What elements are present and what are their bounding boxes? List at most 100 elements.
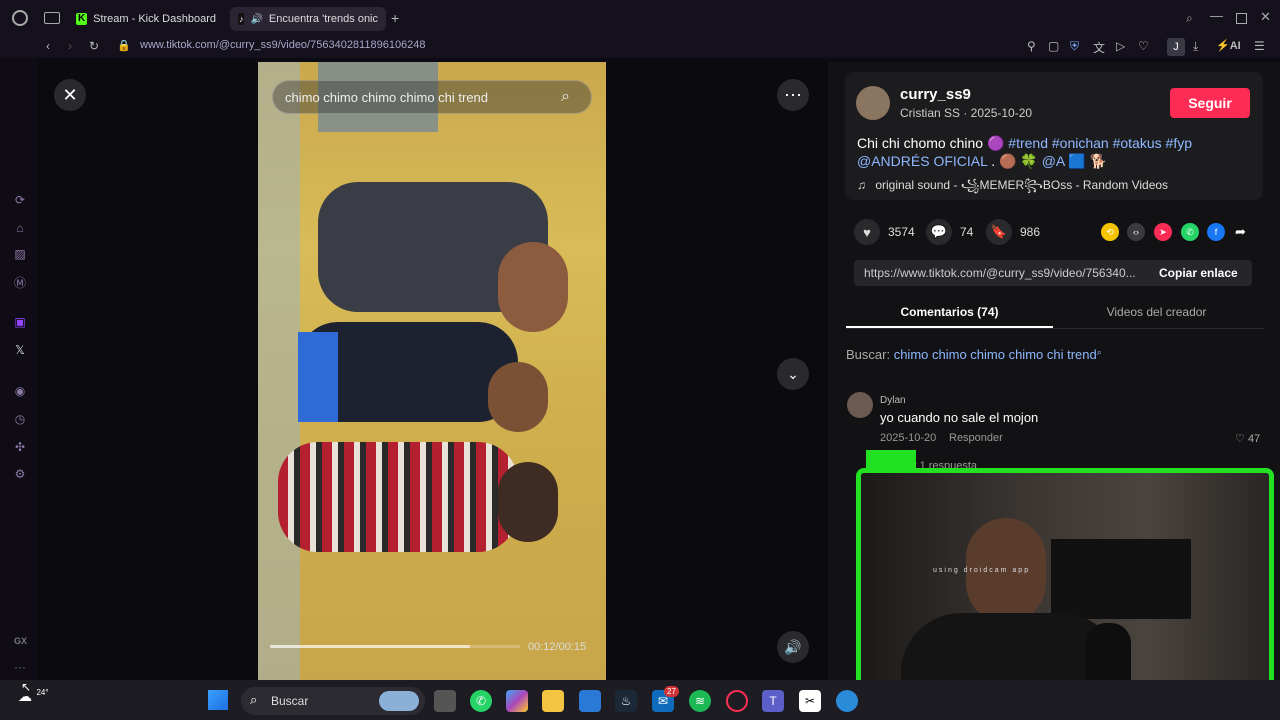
history-icon[interactable]: ◷	[12, 411, 28, 427]
tab-comments[interactable]: Comentarios (74)	[846, 305, 1053, 319]
play-icon[interactable]: ▷	[1116, 39, 1125, 53]
capcut-icon[interactable]: ✂	[799, 690, 821, 712]
ai-button[interactable]: ⚡AI	[1216, 39, 1241, 52]
tab-creator-videos[interactable]: Videos del creador	[1053, 305, 1260, 319]
creator-avatar[interactable]	[856, 86, 890, 120]
hashtag[interactable]: #otakus	[1113, 135, 1162, 151]
opera-gx-icon[interactable]	[726, 690, 748, 712]
video-search-box[interactable]: chimo chimo chimo chimo chi trend ⌕	[272, 80, 592, 114]
comment-stat[interactable]: 💬 74	[926, 219, 973, 245]
bookmark-icon: 🔖	[986, 219, 1012, 245]
face-2	[488, 362, 548, 432]
url-field[interactable]: www.tiktok.com/@curry_ss9/video/75634028…	[140, 39, 426, 51]
lock-icon: 🔒	[117, 40, 131, 52]
search-suggestion[interactable]: Buscar: chimo chimo chimo chimo chi tren…	[846, 347, 1102, 362]
video-frame[interactable]	[258, 62, 606, 680]
menu-icon[interactable]: ☰	[1254, 39, 1265, 53]
file-explorer-icon[interactable]	[542, 690, 564, 712]
save-stat[interactable]: 🔖 986	[986, 219, 1040, 245]
snapshot-icon[interactable]: ▢	[1048, 39, 1059, 53]
whatsapp-icon[interactable]: ✆	[1181, 223, 1199, 241]
search-tabs-icon[interactable]: ⌕	[1186, 11, 1193, 26]
temperature: 24°	[36, 688, 49, 697]
media-icon[interactable]: ▨	[12, 246, 28, 262]
opera-sidebar	[0, 58, 38, 680]
send-icon[interactable]: ➤	[1154, 223, 1172, 241]
twitch-icon[interactable]: ▣	[12, 314, 28, 330]
settings-icon[interactable]: ⚙	[12, 466, 28, 482]
maximize-button[interactable]	[1236, 13, 1247, 24]
copy-link-button[interactable]: Copiar enlace	[1159, 266, 1238, 280]
gx-label[interactable]: GX	[14, 636, 27, 646]
hashtag[interactable]: #onichan	[1052, 135, 1109, 151]
hashtag[interactable]: #fyp	[1166, 135, 1192, 151]
commenter-avatar[interactable]	[847, 392, 873, 418]
comment-text: yo cuando no sale el mojon	[880, 410, 1039, 425]
webcam-shelf	[1051, 539, 1191, 619]
sound-row[interactable]: ♫ original sound - ꧁MEMER꧂BOss - Random …	[857, 176, 1168, 200]
face-3	[498, 462, 558, 542]
repost-icon[interactable]: ⟲	[1101, 223, 1119, 241]
task-view-icon[interactable]	[434, 690, 456, 712]
notification-badge: 27	[664, 686, 679, 697]
commenter-name[interactable]: Dylan	[880, 395, 906, 406]
forward-icon[interactable]: ›	[68, 39, 72, 53]
post-description: Chi chi chomo chino 🟣 #trend #onichan #o…	[857, 134, 1252, 170]
download-icon[interactable]: ⤓	[1193, 39, 1198, 54]
sidebar-more-icon[interactable]: ···	[14, 660, 26, 674]
copilot-icon[interactable]	[506, 690, 528, 712]
edge-icon[interactable]	[836, 690, 858, 712]
video-time: 00:12/00:15	[528, 641, 587, 653]
follow-button[interactable]: Seguir	[1170, 88, 1250, 118]
start-button[interactable]	[208, 690, 228, 710]
refresh-circle-icon[interactable]: ⟳	[12, 192, 28, 208]
pin-icon[interactable]: ⚲	[1027, 39, 1036, 53]
x-icon[interactable]: 𝕏	[12, 342, 28, 358]
share-arrow-icon[interactable]: ➦	[1235, 224, 1246, 240]
post-link[interactable]: https://www.tiktok.com/@curry_ss9/video/…	[864, 266, 1136, 280]
back-icon[interactable]: ‹	[46, 39, 50, 53]
extensions-icon[interactable]: ✣	[12, 439, 28, 455]
volume-button[interactable]: 🔊	[777, 631, 809, 663]
next-video-button[interactable]: ⌄	[777, 358, 809, 390]
player-icon[interactable]: ◉	[12, 383, 28, 399]
whatsapp-icon[interactable]: ✆	[470, 690, 492, 712]
tab-tiktok[interactable]: ♪ 🔊 Encuentra 'trends onic	[230, 7, 386, 31]
new-tab-button[interactable]: +	[391, 10, 399, 26]
facebook-icon[interactable]: f	[1207, 223, 1225, 241]
reload-icon[interactable]: ↻	[89, 39, 99, 53]
minimize-button[interactable]: —	[1210, 8, 1223, 23]
teams-icon[interactable]: T	[762, 690, 784, 712]
creator-username[interactable]: curry_ss9	[900, 86, 971, 103]
sound-name: original sound - ꧁MEMER꧂BOss - Random Vi…	[875, 178, 1169, 192]
reply-button[interactable]: Responder	[949, 432, 1003, 444]
more-options-button[interactable]: ⋯	[777, 79, 809, 111]
bag-icon[interactable]: ⌂	[12, 220, 28, 236]
mention[interactable]: @ANDRÉS OFICIAL	[857, 153, 987, 169]
shield-icon[interactable]: ⛨	[1070, 39, 1079, 54]
translate-icon[interactable]: 文	[1093, 39, 1105, 56]
messenger-icon[interactable]: Ⓜ	[12, 275, 28, 291]
workspace-icon[interactable]	[44, 12, 60, 24]
taskbar-search[interactable]: ⌕ Buscar	[241, 687, 425, 715]
mention[interactable]: @A	[1042, 153, 1065, 169]
heart-icon[interactable]: ♡	[1138, 39, 1149, 53]
heart-icon: ♥	[854, 219, 880, 245]
face-1	[498, 242, 568, 332]
embed-icon[interactable]: ‹›	[1127, 223, 1145, 241]
spotify-icon[interactable]: ≋	[689, 690, 711, 712]
close-window-button[interactable]: ✕	[1260, 9, 1271, 25]
tab-kick-dashboard[interactable]: K Stream - Kick Dashboard	[68, 7, 224, 31]
profile-button[interactable]: J	[1167, 38, 1185, 56]
opera-logo-icon[interactable]	[12, 10, 28, 26]
steam-icon[interactable]: ♨	[615, 690, 637, 712]
search-icon[interactable]: ⌕	[561, 88, 570, 106]
close-video-button[interactable]: ✕	[54, 79, 86, 111]
comment-like[interactable]: ♡ 47	[1235, 432, 1260, 445]
search-small-icon: ⌕	[1096, 347, 1102, 357]
store-icon[interactable]	[579, 690, 601, 712]
hashtag[interactable]: #trend	[1008, 135, 1048, 151]
mouse-cursor-icon: ↖	[21, 680, 32, 694]
like-stat[interactable]: ♥ 3574	[854, 219, 915, 245]
like-count: 3574	[888, 225, 915, 239]
